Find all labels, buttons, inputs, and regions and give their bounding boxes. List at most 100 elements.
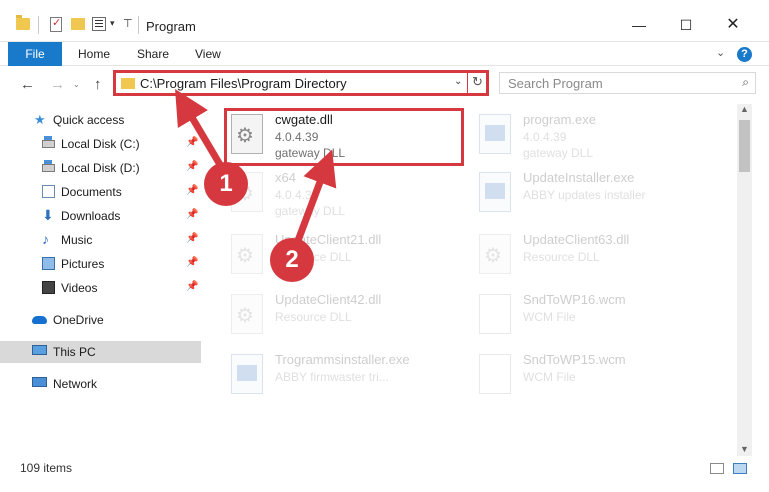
view-icon[interactable] [92, 17, 106, 31]
sidebar-item-label: Pictures [61, 257, 105, 271]
file-item[interactable]: UpdateClient42.dll Resource DLL [225, 288, 465, 344]
forward-button[interactable]: → [50, 76, 65, 93]
address-path[interactable]: C:\Program Files\Program Directory [140, 76, 347, 91]
search-placeholder: Search Program [508, 76, 603, 91]
file-item[interactable]: SndToWP16.wcm WCM File [473, 288, 713, 344]
network-icon [32, 377, 47, 387]
disk-icon [42, 160, 55, 172]
tab-home[interactable]: Home [78, 42, 110, 66]
item-count: 109 items [20, 461, 73, 475]
cloud-icon [32, 316, 47, 324]
scroll-up-icon[interactable]: ▲ [740, 104, 749, 114]
file-name: SndToWP16.wcm [523, 292, 626, 307]
exe-file-icon [231, 354, 263, 394]
disk-icon [42, 136, 55, 148]
divider [38, 16, 39, 34]
exe-file-icon [479, 172, 511, 212]
pin-icon[interactable]: 📌 [186, 185, 198, 196]
chevron-down-icon[interactable]: ▾ [110, 18, 115, 38]
vertical-scrollbar[interactable]: ▲ ▼ [737, 104, 752, 456]
pin-icon[interactable]: 📌 [186, 257, 198, 268]
file-item[interactable]: Trogrammsinstaller.exe ABBY firmwaster t… [225, 348, 465, 404]
scroll-down-icon[interactable]: ▼ [740, 444, 749, 454]
folder-icon [121, 78, 135, 89]
large-icons-view-icon[interactable] [733, 463, 747, 474]
up-button[interactable]: ↑ [94, 76, 102, 93]
file-item[interactable]: SndToWP15.wcm WCM File [473, 348, 713, 404]
file-description: gateway DLL [523, 146, 594, 160]
close-button[interactable]: ✕ [710, 10, 756, 40]
search-icon[interactable]: ⌕ [742, 75, 749, 90]
search-input[interactable]: Search Program ⌕ [499, 72, 756, 94]
pictures-icon [42, 257, 55, 270]
file-name: program.exe [523, 112, 596, 127]
pin-icon[interactable]: 📌 [186, 137, 198, 148]
file-name: UpdateClient63.dll [523, 232, 630, 247]
scroll-thumb[interactable] [739, 120, 750, 172]
sidebar-item-local-disk-d[interactable]: Local Disk (D:) 📌 [0, 157, 201, 179]
sidebar-item-label: Quick access [53, 113, 125, 127]
sidebar-item-music[interactable]: ♪ Music 📌 [0, 229, 201, 251]
sidebar-item-videos[interactable]: Videos 📌 [0, 277, 201, 299]
file-description: Resource DLL [523, 250, 600, 264]
file-item[interactable]: UpdateInstaller.exe ABBY updates install… [473, 166, 713, 222]
file-description: Resource DLL [275, 310, 352, 324]
pin-icon[interactable]: 📌 [186, 233, 198, 244]
help-icon[interactable]: ? [737, 47, 752, 62]
music-icon: ♪ [42, 231, 49, 247]
sidebar-item-quick-access[interactable]: ★ Quick access [0, 109, 201, 131]
file-name: UpdateClient42.dll [275, 292, 382, 307]
sidebar-item-label: Documents [61, 185, 122, 199]
file-item[interactable]: UpdateClient63.dll Resource DLL [473, 228, 713, 284]
tab-file[interactable]: File [8, 42, 62, 66]
sidebar-item-onedrive[interactable]: OneDrive [0, 309, 201, 331]
maximize-button[interactable]: ☐ [663, 10, 709, 40]
expand-ribbon-icon[interactable]: ⌄ [716, 46, 725, 59]
address-bar[interactable]: C:\Program Files\Program Directory ⌄ ↻ [113, 70, 489, 96]
sidebar-item-label: This PC [53, 345, 96, 359]
sidebar-item-network[interactable]: Network [0, 373, 201, 395]
sidebar-item-label: Videos [61, 281, 98, 295]
file-version: 4.0.4.39 [275, 188, 319, 202]
sidebar-item-this-pc[interactable]: This PC [0, 341, 201, 363]
recent-locations-icon[interactable]: ⌄ [73, 80, 80, 89]
tab-share[interactable]: Share [137, 42, 169, 66]
step-badge-1: 1 [204, 162, 248, 206]
folder-icon[interactable] [16, 15, 30, 30]
downloads-icon: ⬇ [42, 207, 54, 223]
file-description: gateway DLL [275, 204, 346, 218]
address-dropdown-icon[interactable]: ⌄ [454, 76, 462, 87]
step-badge-2: 2 [270, 238, 314, 282]
pin-icon[interactable]: 📌 [186, 281, 198, 292]
sidebar-item-documents[interactable]: Documents 📌 [0, 181, 201, 203]
dll-file-icon [479, 234, 511, 274]
file-item[interactable]: UpdateClient21.dll Resource DLL [225, 228, 465, 284]
file-version: 4.0.4.39 [523, 130, 567, 144]
file-description: WCM File [523, 310, 576, 324]
ribbon: File Home Share View ⌄ ? [0, 42, 769, 66]
tab-view[interactable]: View [195, 42, 221, 66]
sidebar-item-pictures[interactable]: Pictures 📌 [0, 253, 201, 275]
file-item[interactable]: program.exe 4.0.4.39 gateway DLL [473, 108, 713, 164]
back-button[interactable]: ← [20, 76, 35, 93]
refresh-icon[interactable]: ↻ [472, 74, 483, 90]
sidebar-item-local-disk-c[interactable]: Local Disk (C:) 📌 [0, 133, 201, 155]
pin-icon[interactable]: 📌 [186, 209, 198, 220]
minimize-button[interactable]: — [616, 10, 662, 40]
new-folder-icon[interactable] [71, 18, 85, 30]
sidebar-item-label: Music [61, 233, 93, 247]
properties-icon[interactable] [50, 16, 62, 32]
details-view-icon[interactable] [710, 463, 724, 474]
customize-toolbar-icon[interactable]: ⊤ [123, 17, 133, 37]
pin-icon[interactable]: 📌 [186, 161, 198, 172]
file-name: x64 [275, 170, 296, 185]
star-icon: ★ [34, 112, 46, 127]
dll-file-icon [231, 294, 263, 334]
highlight-box [224, 108, 464, 166]
sidebar-item-downloads[interactable]: ⬇ Downloads 📌 [0, 205, 201, 227]
file-item[interactable]: x64 4.0.4.39 gateway DLL [225, 166, 465, 222]
sidebar-item-label: Downloads [61, 209, 121, 223]
title-bar: ▾ ⊤ Program — ☐ ✕ [0, 0, 769, 42]
sidebar-item-label: Local Disk (D:) [61, 161, 140, 175]
videos-icon [42, 281, 55, 294]
